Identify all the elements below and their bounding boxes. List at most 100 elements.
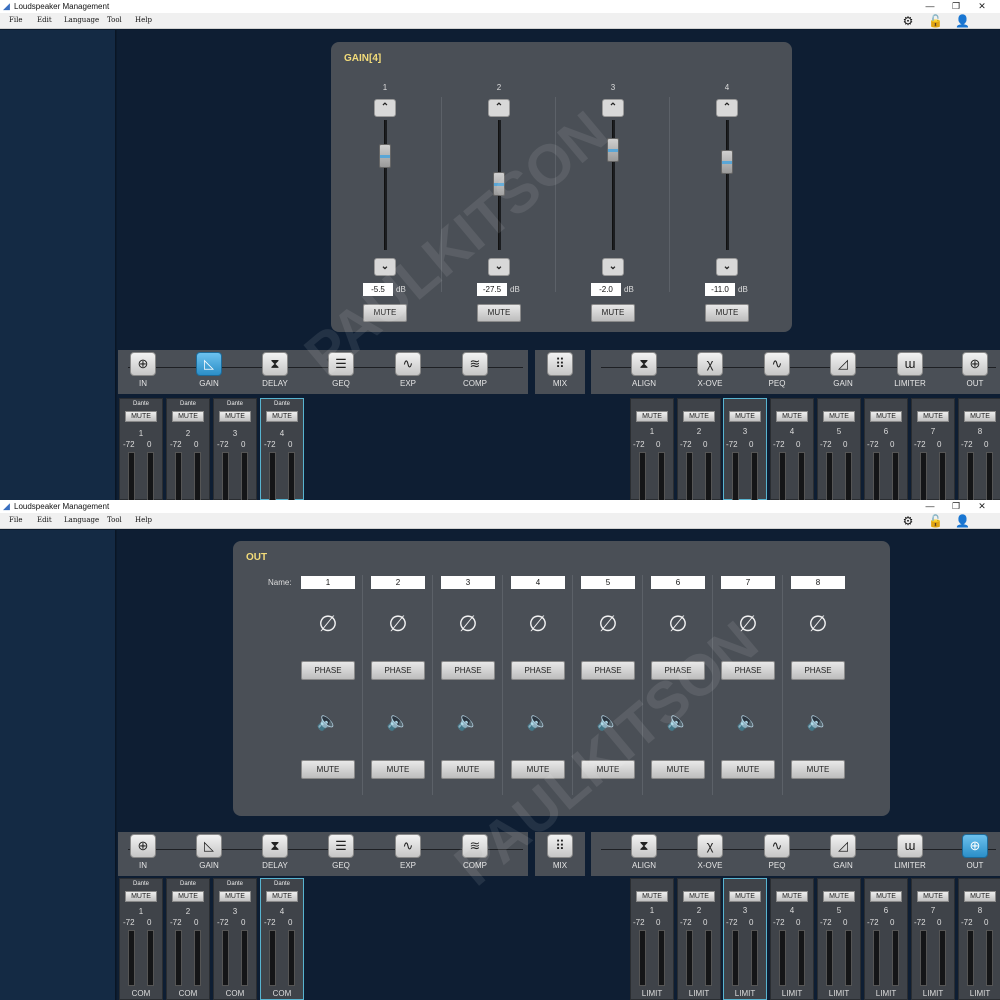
toolbar-delay-button[interactable]: ⧗ DELAY	[253, 832, 297, 874]
out-mute-button[interactable]: MUTE	[301, 760, 355, 779]
out-name-field[interactable]: 4	[511, 576, 565, 589]
gain-down-button[interactable]: ⌄	[488, 258, 510, 276]
gain-value-field[interactable]: -11.0	[705, 283, 735, 296]
output-channel-strip[interactable]: MUTE 6 -72 0	[864, 398, 908, 500]
toolbar-peq-button[interactable]: ∿ PEQ	[755, 832, 799, 874]
toolbar-in-button[interactable]: ⊕ IN	[121, 832, 165, 874]
output-channel-strip[interactable]: MUTE 4 -72 0	[770, 398, 814, 500]
toolbar-out-gain-button[interactable]: ◿ GAIN	[821, 350, 865, 392]
output-channel-strip[interactable]: MUTE 8 -72 0	[958, 398, 1000, 500]
strip-mute-button[interactable]: MUTE	[636, 891, 668, 902]
phase-button[interactable]: PHASE	[581, 661, 635, 680]
strip-mute-button[interactable]: MUTE	[776, 891, 808, 902]
out-mute-button[interactable]: MUTE	[651, 760, 705, 779]
output-channel-strip[interactable]: MUTE 6 -72 0 LIMIT	[864, 878, 908, 1000]
fader-knob[interactable]	[379, 144, 391, 168]
output-channel-strip[interactable]: MUTE 7 -72 0 LIMIT	[911, 878, 955, 1000]
gear-icon[interactable]: ⚙	[901, 514, 915, 528]
strip-mute-button[interactable]: MUTE	[823, 411, 855, 422]
strip-mute-button[interactable]: MUTE	[823, 891, 855, 902]
close-button[interactable]: ✕	[968, 500, 996, 513]
phase-button[interactable]: PHASE	[721, 661, 775, 680]
menu-edit[interactable]: Edit	[37, 16, 52, 24]
toolbar-exp-button[interactable]: ∿ EXP	[386, 350, 430, 392]
strip-mute-button[interactable]: MUTE	[266, 891, 298, 902]
fader-knob[interactable]	[721, 150, 733, 174]
strip-mute-button[interactable]: MUTE	[964, 411, 996, 422]
gain-down-button[interactable]: ⌄	[374, 258, 396, 276]
output-channel-strip[interactable]: MUTE 2 -72 0 LIMIT	[677, 878, 721, 1000]
out-name-field[interactable]: 1	[301, 576, 355, 589]
toolbar-limiter-button[interactable]: ɯ LIMITER	[888, 832, 932, 874]
fader-knob[interactable]	[493, 172, 505, 196]
gain-value-field[interactable]: -27.5	[477, 283, 507, 296]
toolbar-crossover-button[interactable]: χ X-OVE	[688, 350, 732, 392]
toolbar-geq-button[interactable]: ☰ GEQ	[319, 832, 363, 874]
strip-mute-button[interactable]: MUTE	[683, 891, 715, 902]
phase-button[interactable]: PHASE	[441, 661, 495, 680]
out-name-field[interactable]: 2	[371, 576, 425, 589]
menu-help[interactable]: Help	[135, 16, 152, 24]
out-name-field[interactable]: 7	[721, 576, 775, 589]
toolbar-comp-button[interactable]: ≋ COMP	[453, 832, 497, 874]
lock-icon[interactable]: 🔓	[928, 14, 943, 28]
strip-mute-button[interactable]: MUTE	[776, 411, 808, 422]
out-mute-button[interactable]: MUTE	[721, 760, 775, 779]
toolbar-limiter-button[interactable]: ɯ LIMITER	[888, 350, 932, 392]
out-mute-button[interactable]: MUTE	[581, 760, 635, 779]
toolbar-out-button[interactable]: ⊕ OUT	[953, 350, 997, 392]
close-button[interactable]: ✕	[968, 0, 996, 13]
phase-button[interactable]: PHASE	[651, 661, 705, 680]
gain-up-button[interactable]: ⌃	[374, 99, 396, 117]
toolbar-align-button[interactable]: ⧗ ALIGN	[622, 350, 666, 392]
input-channel-strip[interactable]: Dante MUTE 3 -72 0 COM	[213, 878, 257, 1000]
minimize-button[interactable]: —	[916, 500, 944, 513]
gain-value-field[interactable]: -5.5	[363, 283, 393, 296]
menu-edit[interactable]: Edit	[37, 516, 52, 524]
strip-mute-button[interactable]: MUTE	[219, 411, 251, 422]
toolbar-out-gain-button[interactable]: ◿ GAIN	[821, 832, 865, 874]
gain-up-button[interactable]: ⌃	[716, 99, 738, 117]
out-name-field[interactable]: 8	[791, 576, 845, 589]
toolbar-mix-button[interactable]: ⠿ MIX	[538, 350, 582, 392]
gain-mute-button[interactable]: MUTE	[591, 304, 635, 322]
strip-mute-button[interactable]: MUTE	[636, 411, 668, 422]
out-mute-button[interactable]: MUTE	[371, 760, 425, 779]
strip-mute-button[interactable]: MUTE	[125, 411, 157, 422]
fader-knob[interactable]	[607, 138, 619, 162]
phase-button[interactable]: PHASE	[791, 661, 845, 680]
strip-mute-button[interactable]: MUTE	[917, 411, 949, 422]
input-channel-strip[interactable]: Dante MUTE 2 -72 0 COM	[166, 878, 210, 1000]
toolbar-comp-button[interactable]: ≋ COMP	[453, 350, 497, 392]
minimize-button[interactable]: —	[916, 0, 944, 13]
input-channel-strip[interactable]: Dante MUTE 4 -72 0	[260, 398, 304, 500]
menu-file[interactable]: File	[9, 516, 22, 524]
gear-icon[interactable]: ⚙	[901, 14, 915, 28]
strip-mute-button[interactable]: MUTE	[172, 891, 204, 902]
menu-tool[interactable]: Tool	[107, 16, 122, 24]
input-channel-strip[interactable]: Dante MUTE 1 -72 0 COM	[119, 878, 163, 1000]
output-channel-strip[interactable]: MUTE 1 -72 0	[630, 398, 674, 500]
strip-mute-button[interactable]: MUTE	[729, 891, 761, 902]
user-icon[interactable]: 👤	[955, 14, 970, 28]
menu-file[interactable]: File	[9, 16, 22, 24]
toolbar-exp-button[interactable]: ∿ EXP	[386, 832, 430, 874]
output-channel-strip[interactable]: MUTE 5 -72 0 LIMIT	[817, 878, 861, 1000]
toolbar-out-button[interactable]: ⊕ OUT	[953, 832, 997, 874]
phase-button[interactable]: PHASE	[301, 661, 355, 680]
output-channel-strip[interactable]: MUTE 2 -72 0	[677, 398, 721, 500]
toolbar-delay-button[interactable]: ⧗ DELAY	[253, 350, 297, 392]
toolbar-in-button[interactable]: ⊕ IN	[121, 350, 165, 392]
gain-mute-button[interactable]: MUTE	[477, 304, 521, 322]
strip-mute-button[interactable]: MUTE	[870, 411, 902, 422]
menu-tool[interactable]: Tool	[107, 516, 122, 524]
out-mute-button[interactable]: MUTE	[511, 760, 565, 779]
phase-button[interactable]: PHASE	[511, 661, 565, 680]
output-channel-strip[interactable]: MUTE 5 -72 0	[817, 398, 861, 500]
out-name-field[interactable]: 3	[441, 576, 495, 589]
toolbar-crossover-button[interactable]: χ X-OVE	[688, 832, 732, 874]
menu-language[interactable]: Language	[64, 16, 99, 24]
lock-icon[interactable]: 🔓	[928, 514, 943, 528]
strip-mute-button[interactable]: MUTE	[870, 891, 902, 902]
input-channel-strip[interactable]: Dante MUTE 3 -72 0	[213, 398, 257, 500]
